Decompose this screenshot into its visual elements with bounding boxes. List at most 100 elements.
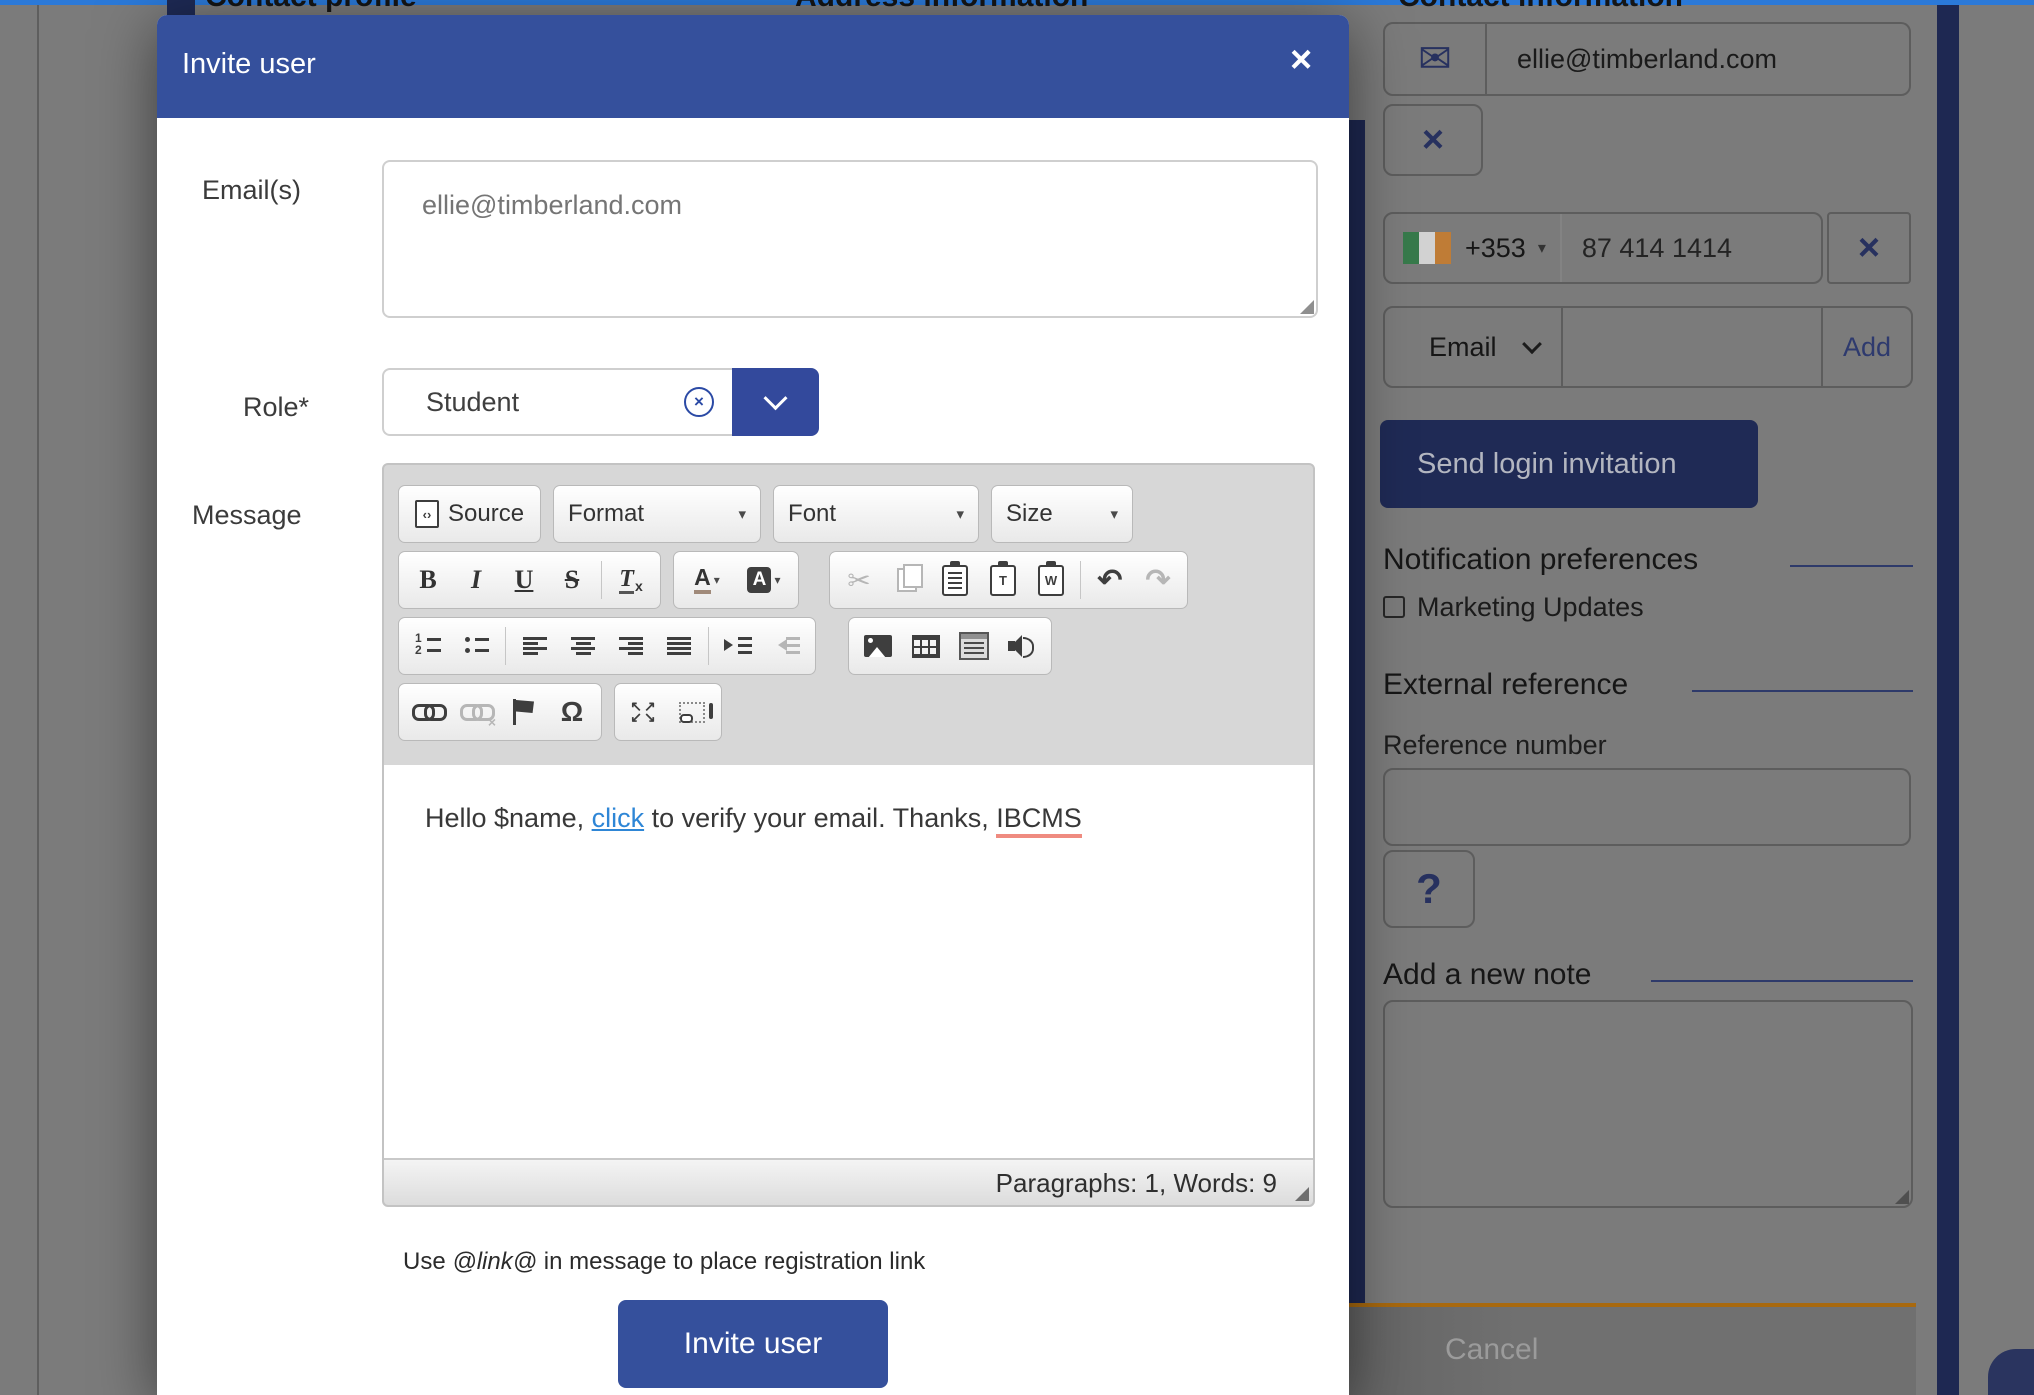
marketing-updates-checkbox[interactable] (1383, 596, 1405, 618)
iframe-icon (959, 632, 989, 660)
colors-group: A ▾ A ▾ (673, 551, 799, 609)
external-reference-heading: External reference (1383, 668, 1628, 702)
show-blocks-button[interactable] (668, 688, 716, 736)
insert-table-button[interactable] (902, 622, 950, 670)
bg-heading-contact-information: Contact information (1398, 0, 1683, 14)
background-color-button[interactable]: A ▾ (735, 556, 793, 604)
anchor-button[interactable] (500, 688, 548, 736)
add-button[interactable]: Add (1823, 332, 1911, 363)
size-dropdown[interactable]: Size ▾ (991, 485, 1133, 543)
message-brand: IBCMS (996, 803, 1082, 838)
outdent-button[interactable] (762, 622, 810, 670)
reference-help-button[interactable]: ? (1383, 850, 1475, 928)
redo-icon: ↷ (1145, 563, 1170, 598)
text-color-button[interactable]: A ▾ (679, 556, 735, 604)
unlink-x: × (488, 714, 496, 730)
dial-code-caret-icon[interactable]: ▾ (1538, 238, 1546, 258)
reference-number-input[interactable] (1383, 768, 1911, 846)
undo-button[interactable]: ↶ (1086, 556, 1134, 604)
screen: Contact profile Address information Cont… (0, 0, 2034, 1395)
copy-button[interactable] (883, 556, 931, 604)
left-divider (37, 5, 39, 1395)
indent-icon (724, 636, 752, 656)
link-helper-text: Use @link@ in message to place registrat… (403, 1248, 925, 1276)
remove-format-button[interactable]: T x (607, 556, 655, 604)
resize-grip-icon[interactable] (1300, 300, 1314, 314)
paste-icon (942, 565, 968, 596)
strikethrough-button[interactable]: S (548, 556, 596, 604)
paste-button[interactable] (931, 556, 979, 604)
paste-as-text-button[interactable]: T (979, 556, 1027, 604)
scrollbar-track-right[interactable] (1937, 5, 1959, 1395)
outdent-icon (772, 636, 800, 656)
align-right-button[interactable] (607, 622, 655, 670)
maximize-button[interactable]: ↖↗ ↙↘ (620, 688, 668, 736)
format-label: Format (568, 500, 644, 528)
numbered-list-button[interactable]: 1 2 (404, 622, 452, 670)
contact-email-value[interactable]: ellie@timberland.com (1517, 44, 1777, 75)
clear-role-icon[interactable]: × (684, 387, 714, 417)
toolbar-row-1: ‹› Source Format ▾ Font ▾ Size ▾ (398, 485, 1313, 543)
invite-user-button[interactable]: Invite user (618, 1300, 888, 1388)
paste-from-word-button[interactable]: W (1027, 556, 1075, 604)
font-label: Font (788, 500, 836, 528)
caret-down-icon: ▾ (1111, 505, 1119, 523)
resize-grip-icon[interactable] (1295, 1187, 1309, 1201)
font-dropdown[interactable]: Font ▾ (773, 485, 979, 543)
phone-number-value[interactable]: 87 414 1414 (1582, 233, 1732, 264)
insert-audio-button[interactable] (998, 622, 1046, 670)
remove-phone-button[interactable]: × (1827, 212, 1911, 284)
unlink-button[interactable]: × (452, 688, 500, 736)
justify-button[interactable] (655, 622, 703, 670)
format-dropdown[interactable]: Format ▾ (553, 485, 761, 543)
italic-button[interactable]: I (452, 556, 500, 604)
clipboard-group: ✂ T W ↶ ↷ (829, 551, 1188, 609)
underline-button[interactable]: U (500, 556, 548, 604)
card-footer: Cancel (1349, 1307, 1916, 1395)
bulleted-list-button[interactable] (452, 622, 500, 670)
ireland-flag-icon[interactable] (1403, 232, 1451, 264)
message-text: to verify your email. Thanks, (644, 803, 996, 833)
bold-button[interactable]: B (404, 556, 452, 604)
align-left-button[interactable] (511, 622, 559, 670)
indent-button[interactable] (714, 622, 762, 670)
contact-email-field[interactable]: ✉ ellie@timberland.com (1383, 22, 1911, 96)
align-center-button[interactable] (559, 622, 607, 670)
dial-code[interactable]: +353 (1465, 233, 1526, 264)
role-dropdown-button[interactable] (732, 368, 819, 436)
helper-prefix: Use (403, 1248, 452, 1275)
paste-word-icon: W (1038, 565, 1064, 596)
bulleted-list-icon (463, 635, 489, 657)
caret-down-icon: ▾ (957, 505, 965, 523)
send-login-invitation-button[interactable]: Send login invitation (1380, 420, 1758, 508)
remove-email-button[interactable]: × (1383, 104, 1483, 176)
redo-button[interactable]: ↷ (1134, 556, 1182, 604)
contact-phone-field[interactable]: +353 ▾ 87 414 1414 (1383, 212, 1823, 284)
message-link[interactable]: click (592, 803, 645, 833)
close-icon[interactable]: × (1290, 39, 1312, 82)
audio-arc (1023, 637, 1034, 658)
link-button[interactable] (404, 688, 452, 736)
copy-icon (897, 568, 917, 592)
add-contact-input[interactable] (1563, 308, 1821, 386)
toolbar-separator (708, 627, 709, 665)
scrollbar-track-middle[interactable] (1349, 120, 1365, 1395)
note-textarea[interactable] (1383, 1000, 1913, 1208)
underline-icon: U (515, 565, 534, 595)
editor-content[interactable]: Hello $name, click to verify your email.… (384, 765, 1313, 1160)
flag-green (1403, 232, 1419, 264)
paste-text-letter: T (994, 570, 1012, 592)
special-char-button[interactable]: Ω (548, 688, 596, 736)
role-value-box[interactable]: Student × (382, 368, 732, 436)
cut-button[interactable]: ✂ (835, 556, 883, 604)
insert-group (848, 617, 1052, 675)
cancel-button[interactable]: Cancel (1445, 1333, 1538, 1367)
contact-type-select[interactable]: Email (1429, 332, 1497, 363)
role-select[interactable]: Student × (382, 368, 819, 436)
role-label: Role* (243, 392, 309, 423)
source-button[interactable]: ‹› Source (398, 485, 541, 543)
insert-image-button[interactable] (854, 622, 902, 670)
resize-grip-icon[interactable] (1895, 1190, 1909, 1204)
insert-iframe-button[interactable] (950, 622, 998, 670)
emails-input[interactable] (384, 162, 1316, 316)
